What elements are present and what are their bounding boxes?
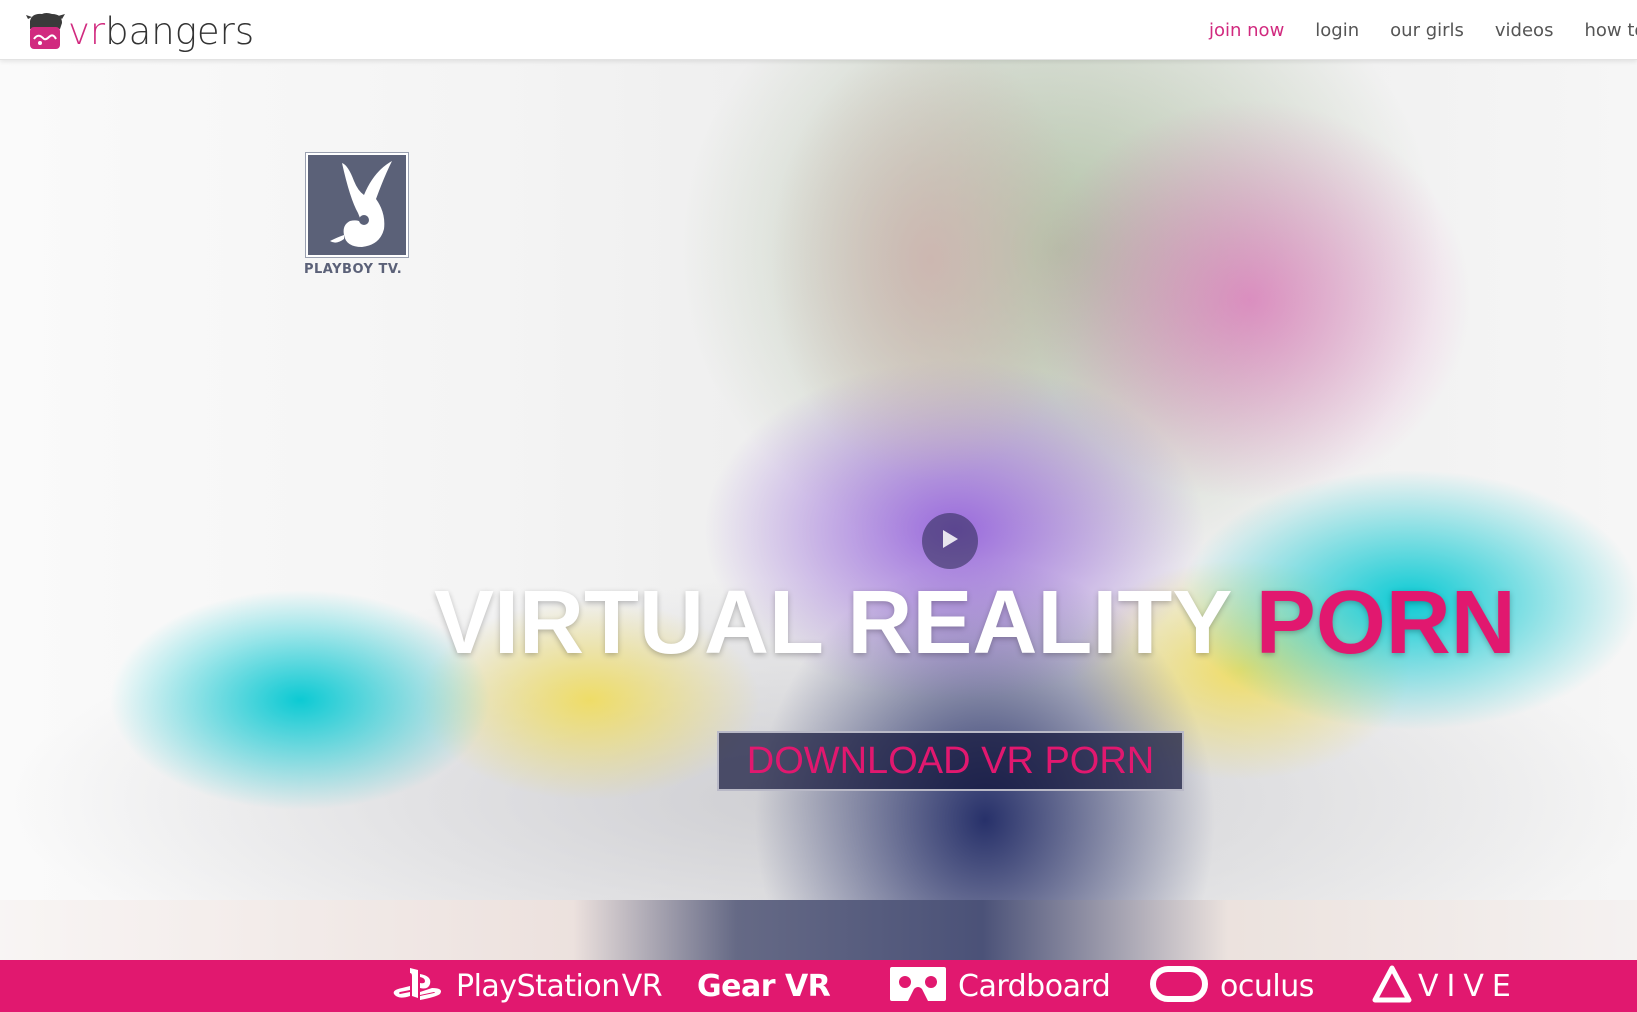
nav-our-girls[interactable]: our girls bbox=[1390, 20, 1464, 41]
device-vive: VIVE bbox=[1372, 960, 1519, 1012]
site-logo[interactable]: vrbangers bbox=[24, 10, 254, 52]
nav-videos[interactable]: videos bbox=[1495, 20, 1554, 41]
headline-white: VIRTUAL REALITY bbox=[434, 573, 1256, 673]
download-vr-porn-button[interactable]: DOWNLOAD VR PORN bbox=[717, 731, 1184, 791]
device-oculus: oculus bbox=[1150, 960, 1314, 1012]
playstation-icon bbox=[392, 964, 446, 1009]
vive-icon bbox=[1372, 965, 1412, 1008]
site-header: vrbangers join now login our girls video… bbox=[0, 0, 1637, 60]
device-cardboard: Cardboard bbox=[888, 960, 1111, 1012]
playboy-tv-logo: PLAYBOY TV. bbox=[304, 152, 414, 277]
cardboard-icon bbox=[888, 965, 948, 1008]
playstation-label: PlayStation bbox=[456, 968, 620, 1004]
headline-pink: PORN bbox=[1255, 573, 1516, 673]
oculus-label: oculus bbox=[1220, 968, 1314, 1004]
vr-headset-girl-icon bbox=[24, 11, 66, 51]
playboy-bunny-icon bbox=[305, 152, 409, 258]
nav-join-now[interactable]: join now bbox=[1209, 20, 1284, 41]
logo-wordmark: vrbangers bbox=[68, 13, 254, 50]
cardboard-label: Cardboard bbox=[958, 968, 1111, 1004]
logo-vr: vr bbox=[68, 9, 106, 53]
play-icon bbox=[940, 528, 960, 555]
hero-headline: VIRTUAL REALITY PORN bbox=[434, 573, 1516, 673]
supported-devices-bar: PlayStationVR Gear VR Cardboard oculus bbox=[0, 960, 1637, 1012]
nav-login[interactable]: login bbox=[1315, 20, 1359, 41]
device-gear-vr: Gear VR bbox=[697, 960, 831, 1012]
logo-bangers: bangers bbox=[105, 9, 255, 53]
hero-bottom-strip bbox=[0, 900, 1637, 960]
oculus-icon bbox=[1150, 965, 1208, 1007]
gear-vr-label: Gear VR bbox=[697, 968, 831, 1004]
play-video-button[interactable] bbox=[922, 513, 978, 569]
vive-label: VIVE bbox=[1418, 968, 1519, 1004]
device-playstation-vr: PlayStation VR bbox=[392, 960, 663, 1012]
nav-how-to-watch[interactable]: how to w bbox=[1584, 20, 1637, 41]
playstation-vr-suffix: VR bbox=[621, 968, 663, 1004]
main-nav: join now login our girls videos how to w bbox=[1209, 0, 1637, 60]
playboy-tv-text: PLAYBOY TV. bbox=[304, 262, 403, 277]
